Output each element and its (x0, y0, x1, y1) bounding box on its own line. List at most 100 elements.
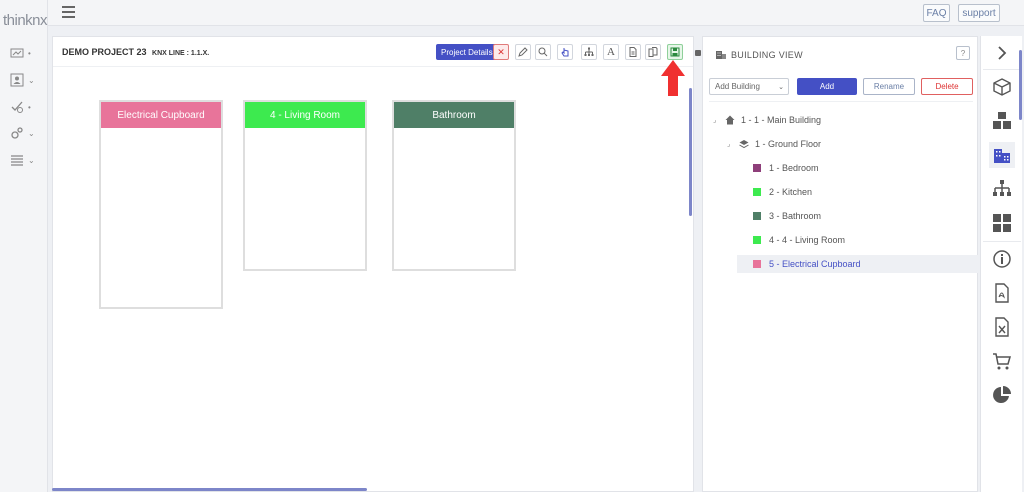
layers-icon (739, 140, 749, 149)
tree-node-label: 1 - 1 - Main Building (741, 115, 822, 125)
sitemap-tool-button[interactable] (989, 176, 1015, 202)
edit-button[interactable] (515, 44, 531, 60)
hierarchy-button[interactable] (581, 44, 597, 60)
info-icon (993, 250, 1011, 268)
faq-button[interactable]: FAQ (923, 4, 950, 22)
pie-chart-icon (993, 386, 1011, 403)
pdf-icon (995, 283, 1009, 303)
add-building-select[interactable]: Add Building ⌄ (709, 78, 789, 95)
help-button[interactable]: ? (956, 46, 970, 60)
add-button[interactable]: Add (797, 78, 857, 95)
tree-node-building[interactable]: ⌟ 1 - 1 - Main Building (713, 111, 821, 129)
room-card-title: Electrical Cupboard (101, 102, 221, 128)
close-button[interactable]: ✕ (493, 44, 509, 60)
gears-icon (11, 127, 23, 139)
search-button[interactable] (535, 44, 551, 60)
right-toolbar (980, 36, 1022, 492)
room-card-title: 4 - Living Room (245, 102, 365, 128)
chevron-right-icon (998, 46, 1007, 60)
tree-node-room[interactable]: 2 - Kitchen (753, 183, 812, 201)
room-card-bathroom[interactable]: Bathroom (392, 100, 516, 271)
project-details-button[interactable]: Project Details (436, 44, 498, 60)
room-card-living-room[interactable]: 4 - Living Room (243, 100, 367, 271)
room-card-title: Bathroom (394, 102, 514, 128)
cart-button[interactable] (989, 348, 1015, 374)
dot-indicator: • (28, 48, 31, 58)
building-icon (716, 51, 726, 59)
room-card-electrical-cupboard[interactable]: Electrical Cupboard (99, 100, 223, 309)
add-building-select-value: Add Building (715, 82, 760, 91)
knx-line-label: KNX LINE : 1.1.X. (152, 50, 210, 57)
project-title: DEMO PROJECT 23 KNX LINE : 1.1.X. (62, 47, 209, 57)
pdf-export-button[interactable] (989, 280, 1015, 306)
list-icon (11, 155, 23, 166)
divider (983, 69, 1021, 70)
text-button[interactable]: A (603, 44, 619, 60)
room-color-swatch (753, 260, 761, 268)
cube-tool-button[interactable] (989, 74, 1015, 100)
panel-resize-handle[interactable] (695, 50, 701, 56)
documents-icon (648, 47, 658, 57)
monitor-icon (10, 48, 24, 58)
app-logo: thinknx (3, 12, 48, 29)
building-view-panel: BUILDING VIEW ? Add Building ⌄ Add Renam… (702, 36, 979, 492)
save-icon (670, 47, 680, 57)
tree-node-label: 4 - 4 - Living Room (769, 235, 846, 245)
nav-checks[interactable]: • (10, 98, 42, 116)
canvas-vertical-scrollbar[interactable] (689, 88, 692, 216)
project-canvas-panel: DEMO PROJECT 23 KNX LINE : 1.1.X. Projec… (52, 36, 694, 492)
chevron-down-icon: ⌄ (778, 84, 784, 91)
info-tool-button[interactable] (989, 246, 1015, 272)
tree-node-room-selected[interactable]: 5 - Electrical Cupboard (753, 255, 861, 273)
document-icon (629, 47, 637, 57)
statistics-button[interactable] (989, 382, 1015, 408)
grid-tool-button[interactable] (989, 210, 1015, 236)
pointer-button[interactable] (557, 44, 573, 60)
delete-button[interactable]: Delete (921, 78, 973, 95)
cubes-icon (993, 112, 1011, 129)
cube-icon (993, 78, 1011, 96)
rename-button[interactable]: Rename (863, 78, 915, 95)
pen-icon (518, 47, 528, 57)
tree-node-label: 5 - Electrical Cupboard (769, 259, 861, 269)
tree-toggle-icon[interactable]: ⌟ (727, 140, 739, 148)
check-gear-icon (11, 101, 23, 113)
tree-node-floor[interactable]: ⌟ 1 - Ground Floor (727, 135, 821, 153)
excel-export-button[interactable] (989, 314, 1015, 340)
pointer-icon (561, 48, 569, 57)
hierarchy-icon (584, 47, 594, 56)
tree-node-label: 1 - Bedroom (769, 163, 819, 173)
divider (709, 101, 973, 102)
building-tool-button[interactable] (989, 142, 1015, 168)
page-vertical-scrollbar[interactable] (1019, 50, 1022, 120)
excel-icon (995, 317, 1009, 337)
tree-node-room[interactable]: 3 - Bathroom (753, 207, 821, 225)
project-name: DEMO PROJECT 23 (62, 47, 147, 57)
nav-list[interactable]: ⌄ (10, 151, 42, 169)
cart-icon (993, 353, 1011, 370)
room-color-swatch (753, 164, 761, 172)
tree-node-label: 3 - Bathroom (769, 211, 822, 221)
tree-node-room[interactable]: 1 - Bedroom (753, 159, 819, 177)
tree-node-label: 1 - Ground Floor (755, 139, 822, 149)
nav-monitor[interactable]: • (10, 44, 42, 62)
room-color-swatch (753, 212, 761, 220)
home-icon (725, 115, 735, 125)
top-bar: FAQ support (48, 0, 1024, 26)
tree-node-room[interactable]: 4 - 4 - Living Room (753, 231, 845, 249)
support-button[interactable]: support (958, 4, 1000, 22)
nav-settings[interactable]: ⌄ (10, 124, 42, 142)
nav-users[interactable]: ⌄ (10, 71, 42, 89)
search-icon (538, 47, 548, 57)
document-button[interactable] (625, 44, 641, 60)
tree-toggle-icon[interactable]: ⌟ (713, 116, 725, 124)
cubes-tool-button[interactable] (989, 108, 1015, 134)
canvas-horizontal-scrollbar[interactable] (52, 488, 367, 491)
collapse-panel-button[interactable] (989, 40, 1015, 66)
arrow-up-icon (661, 60, 685, 96)
dot-indicator: • (28, 102, 31, 112)
divider (983, 241, 1021, 242)
grid-icon (993, 214, 1011, 232)
hamburger-menu-icon[interactable] (62, 6, 75, 18)
room-color-swatch (753, 236, 761, 244)
